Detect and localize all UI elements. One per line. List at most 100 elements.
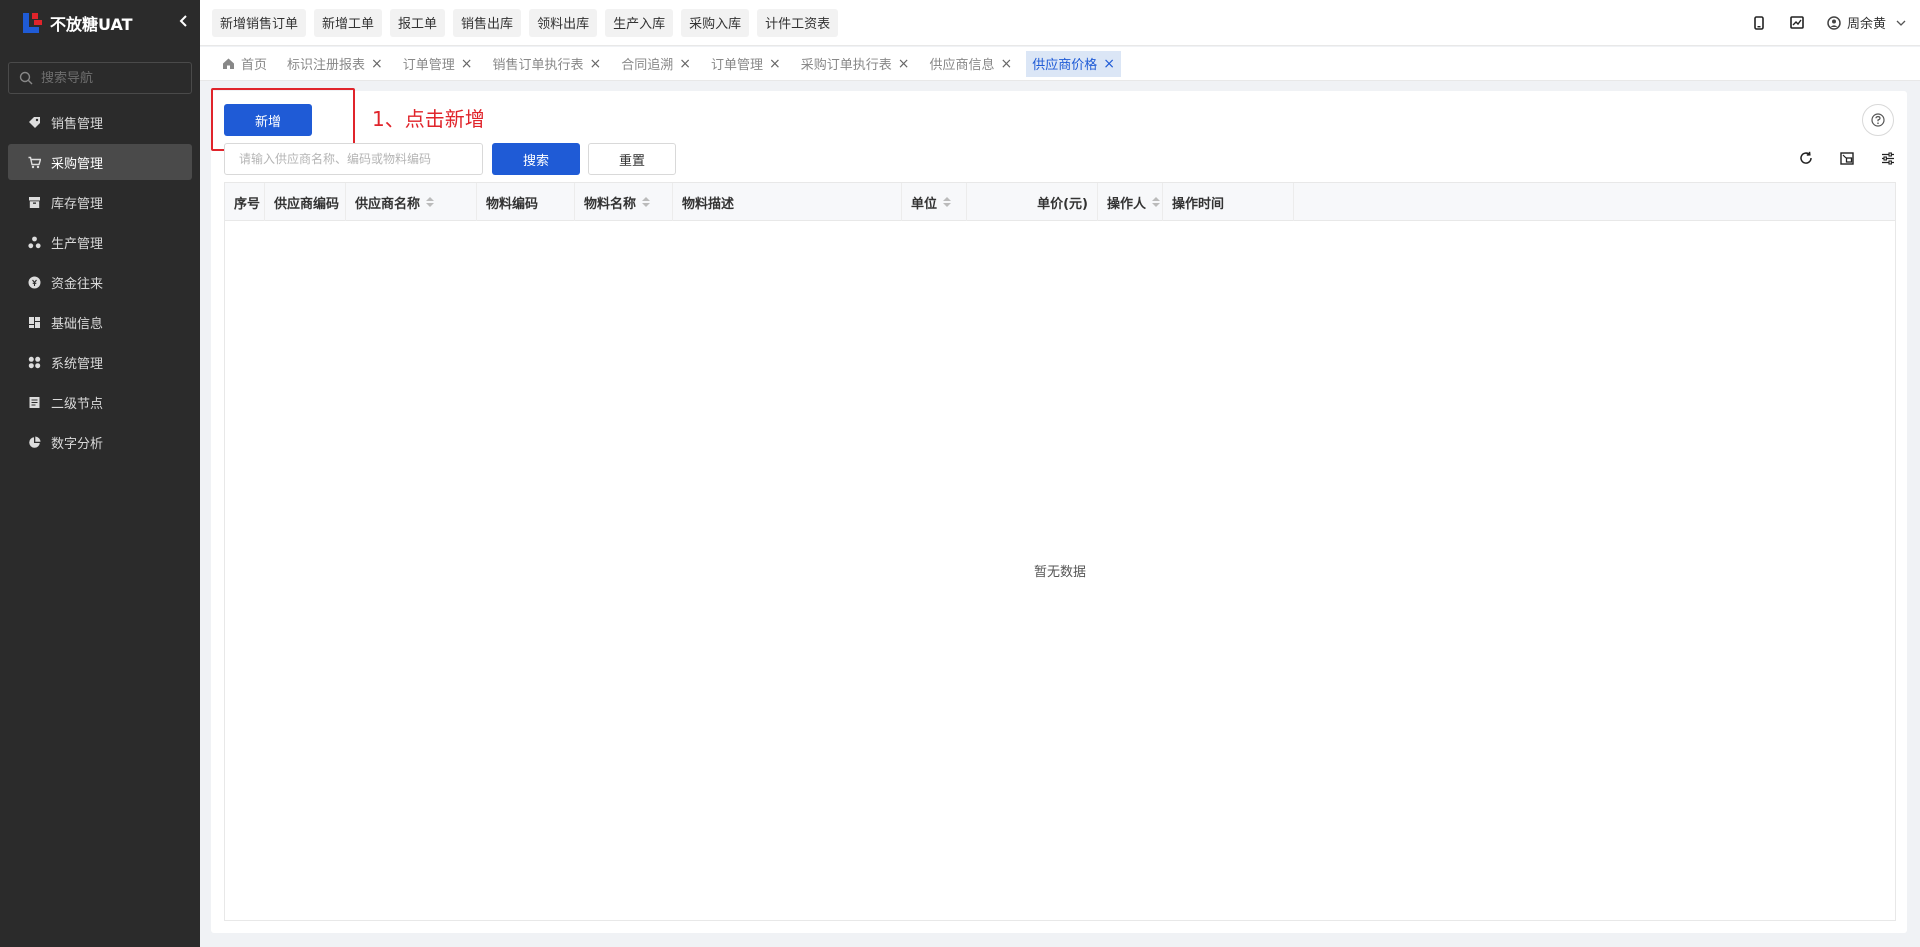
reset-button[interactable]: 重置 <box>588 143 676 175</box>
quick-action-button[interactable]: 计件工资表 <box>757 8 839 37</box>
tab-home[interactable]: 首页 <box>216 51 273 77</box>
logo-icon <box>20 11 44 35</box>
chevron-down-icon <box>1896 20 1906 26</box>
quick-actions: 新增销售订单 新增工单 报工单 销售出库 领料出库 生产入库 采购入库 计件工资表 <box>212 8 846 37</box>
sidebar-item-8[interactable]: 数字分析 <box>8 424 192 460</box>
sort-icon[interactable] <box>1152 197 1161 207</box>
sort-icon[interactable] <box>642 197 651 207</box>
column-header-label: 供应商名称 <box>355 196 421 212</box>
annotation-text: 1、点击新增 <box>372 107 485 131</box>
main-panel: 新增 1、点击新增 搜索 重置 序号供应商编码供应商名称 物料编码 物料名称 物料描述… <box>211 88 1907 933</box>
user-name: 周余黄 <box>1846 17 1886 32</box>
sidebar-item-label: 销售管理 <box>51 116 104 132</box>
tab-label: 合同追溯 <box>621 58 674 73</box>
collapse-sidebar-icon[interactable] <box>176 15 192 31</box>
sidebar-item-6[interactable]: 系统管理 <box>8 344 192 380</box>
tab-5[interactable]: 订单管理 × <box>705 51 787 77</box>
tab-label: 订单管理 <box>402 58 455 73</box>
column-header[interactable]: 操作人 <box>1098 183 1163 221</box>
column-header: 操作时间 <box>1163 183 1294 221</box>
close-icon[interactable]: × <box>679 56 691 72</box>
tab-label: 标识注册报表 <box>287 58 366 73</box>
doc-icon <box>28 396 41 409</box>
quick-action-button[interactable]: 新增销售订单 <box>212 8 307 37</box>
column-header[interactable]: 供应商名称 <box>346 183 477 221</box>
sidebar-item-7[interactable]: 二级节点 <box>8 384 192 420</box>
empty-state: 暂无数据 <box>1033 565 1086 580</box>
close-icon[interactable]: × <box>1001 56 1013 72</box>
close-icon[interactable]: × <box>371 56 383 72</box>
sidebar-item-label: 库存管理 <box>51 196 104 212</box>
column-header-label: 序号 <box>234 196 261 212</box>
tab-label: 销售订单执行表 <box>492 58 584 73</box>
close-icon[interactable]: × <box>590 56 602 72</box>
search-button[interactable]: 搜索 <box>492 143 580 175</box>
grid-icon <box>28 316 41 329</box>
supplier-price-table: 序号 供应商编码 供应商名称 物料编码 物料名称 物料描述 单位 单价(元) 操作人 操作时间 暂… <box>224 182 1896 921</box>
sidebar-item-1[interactable]: 采购管理 <box>8 144 192 180</box>
column-header-label: 物料名称 <box>584 196 637 212</box>
coin-icon <box>28 276 41 289</box>
tab-4[interactable]: 合同追溯 × <box>615 51 697 77</box>
mobile-icon[interactable] <box>1751 15 1767 31</box>
sidebar-item-4[interactable]: 资金往来 <box>8 264 192 300</box>
column-settings-icon[interactable] <box>1879 149 1897 167</box>
sidebar-item-2[interactable]: 库存管理 <box>8 184 192 220</box>
tab-1[interactable]: 标识注册报表 × <box>281 51 389 77</box>
nodes-icon <box>28 236 41 249</box>
column-header: 供应商编码 <box>265 183 346 221</box>
quick-action-button[interactable]: 领料出库 <box>529 8 598 37</box>
column-header: 物料编码 <box>477 183 575 221</box>
fullscreen-icon[interactable] <box>1838 149 1856 167</box>
app-title: 不放糖UAT <box>50 15 133 34</box>
help-icon[interactable] <box>1862 104 1894 136</box>
tag-icon <box>28 116 41 129</box>
quick-action-button[interactable]: 采购入库 <box>681 8 750 37</box>
sort-icon[interactable] <box>426 197 435 207</box>
sort-icon[interactable] <box>943 197 952 207</box>
column-header[interactable]: 单位 <box>902 183 967 221</box>
sidebar-item-label: 系统管理 <box>51 356 104 372</box>
nav-search[interactable] <box>8 62 192 94</box>
nav-search-input[interactable] <box>41 70 181 86</box>
refresh-icon[interactable] <box>1797 149 1815 167</box>
sidebar-item-label: 采购管理 <box>51 156 104 172</box>
home-icon <box>222 57 235 70</box>
quick-action-button[interactable]: 生产入库 <box>605 8 674 37</box>
quick-action-button[interactable]: 报工单 <box>390 8 446 37</box>
supplier-search-input[interactable] <box>224 143 483 175</box>
tab-3[interactable]: 销售订单执行表 × <box>487 51 608 77</box>
column-header: 单价(元) <box>967 183 1098 221</box>
quick-action-button[interactable]: 销售出库 <box>453 8 522 37</box>
close-icon[interactable]: × <box>461 56 473 72</box>
sidebar-item-label: 数字分析 <box>51 436 104 452</box>
sidebar-item-label: 基础信息 <box>51 316 104 332</box>
sidebar-item-0[interactable]: 销售管理 <box>8 104 192 140</box>
column-header[interactable]: 物料名称 <box>575 183 673 221</box>
tab-8[interactable]: 供应商价格 × <box>1026 50 1122 77</box>
close-icon[interactable]: × <box>769 56 781 72</box>
close-icon[interactable]: × <box>1103 56 1115 72</box>
sidebar-item-5[interactable]: 基础信息 <box>8 304 192 340</box>
sidebar-item-3[interactable]: 生产管理 <box>8 224 192 260</box>
user-menu[interactable]: 周余黄 <box>1827 13 1906 32</box>
add-button[interactable]: 新增 <box>224 104 312 136</box>
tab-label: 采购订单执行表 <box>800 58 892 73</box>
topbar: 新增销售订单 新增工单 报工单 销售出库 领料出库 生产入库 采购入库 计件工资表 周余黄 <box>200 0 1920 46</box>
tab-label: 首页 <box>241 58 268 73</box>
quick-action-button[interactable]: 新增工单 <box>314 8 383 37</box>
tab-6[interactable]: 采购订单执行表 × <box>795 51 916 77</box>
column-header: 物料描述 <box>673 183 902 221</box>
column-header: 序号 <box>225 183 265 221</box>
close-icon[interactable]: × <box>898 56 910 72</box>
dashboard-icon[interactable] <box>1789 15 1805 31</box>
column-header-label: 操作时间 <box>1172 196 1225 212</box>
sidebar: 不放糖UAT 销售管理采购管理库存管理生产管理资金往来基础信息系统管理二级节点数… <box>0 0 200 947</box>
box-icon <box>28 196 41 209</box>
sidebar-item-label: 资金往来 <box>51 276 104 292</box>
tab-7[interactable]: 供应商信息 × <box>924 51 1019 77</box>
tab-2[interactable]: 订单管理 × <box>397 51 479 77</box>
table-header: 序号 供应商编码 供应商名称 物料编码 物料名称 物料描述 单位 单价(元) 操作人 操作时间 <box>225 183 1895 221</box>
page-tabs: 首页 标识注册报表 × 订单管理 × 销售订单执行表 × 合同追溯 × 订单管理 × 采购订单执行表 ×… <box>200 47 1920 81</box>
tab-label: 供应商价格 <box>1032 58 1098 73</box>
